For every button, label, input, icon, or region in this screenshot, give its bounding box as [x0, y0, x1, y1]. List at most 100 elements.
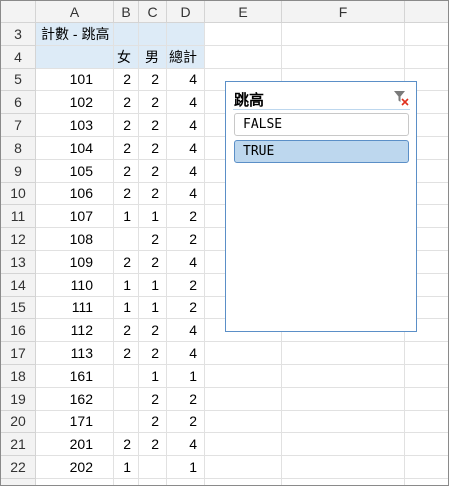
- cell-b[interactable]: 1: [114, 456, 139, 479]
- row-header[interactable]: 22: [1, 456, 36, 479]
- pivot-header-total[interactable]: 總計: [167, 45, 205, 69]
- cell-d[interactable]: 2: [167, 296, 205, 320]
- row-header[interactable]: 19: [1, 387, 36, 411]
- row-header[interactable]: 10: [1, 182, 36, 206]
- cell-g[interactable]: [405, 411, 448, 434]
- slicer-item-true[interactable]: TRUE: [234, 140, 409, 163]
- cell-b[interactable]: 1: [114, 273, 139, 297]
- cell-c[interactable]: 2: [139, 387, 167, 411]
- row-header[interactable]: 5: [1, 68, 36, 92]
- row-header[interactable]: 9: [1, 159, 36, 183]
- cell-a[interactable]: 113: [36, 342, 114, 365]
- pivot-title-cell[interactable]: 計數 - 跳高: [36, 23, 114, 46]
- cell-e[interactable]: [205, 45, 282, 69]
- cell-c[interactable]: [139, 23, 167, 46]
- cell-a[interactable]: 103: [36, 114, 114, 137]
- row-header[interactable]: 12: [1, 228, 36, 251]
- cell-b[interactable]: 2: [114, 251, 139, 274]
- cell-b[interactable]: [114, 387, 139, 411]
- cell-b[interactable]: 2: [114, 479, 139, 485]
- cell-c[interactable]: 2: [139, 182, 167, 206]
- cell-b[interactable]: 2: [114, 68, 139, 92]
- pivot-header-female[interactable]: 女: [114, 45, 139, 69]
- cell-c[interactable]: 2: [139, 159, 167, 183]
- cell-d[interactable]: 2: [167, 228, 205, 251]
- column-header-b[interactable]: B: [114, 1, 139, 23]
- cell-d[interactable]: 4: [167, 114, 205, 137]
- cell-e[interactable]: [205, 479, 282, 485]
- cell-d[interactable]: 2: [167, 205, 205, 229]
- cell-f[interactable]: [282, 410, 405, 434]
- cell-c[interactable]: 2: [139, 410, 167, 434]
- column-header-d[interactable]: D: [167, 1, 205, 23]
- cell-d[interactable]: 4: [167, 159, 205, 183]
- cell-b[interactable]: 2: [114, 159, 139, 183]
- cell-g[interactable]: [405, 365, 448, 388]
- cell-a[interactable]: 161: [36, 365, 114, 388]
- cell-b[interactable]: 2: [114, 433, 139, 457]
- cell-d[interactable]: 4: [167, 182, 205, 206]
- cell-d[interactable]: 2: [167, 387, 205, 411]
- cell-g[interactable]: [405, 46, 448, 69]
- cell-e[interactable]: [205, 410, 282, 434]
- cell-c[interactable]: 2: [139, 137, 167, 160]
- cell-d[interactable]: 1: [167, 456, 205, 479]
- row-header[interactable]: 21: [1, 433, 36, 457]
- column-header-c[interactable]: C: [139, 1, 167, 23]
- cell-c[interactable]: 2: [139, 319, 167, 343]
- cell-a[interactable]: 162: [36, 387, 114, 411]
- cell-a[interactable]: 109: [36, 251, 114, 274]
- row-header[interactable]: 16: [1, 319, 36, 343]
- cell-a[interactable]: 203: [36, 479, 114, 485]
- cell-g[interactable]: [405, 479, 448, 485]
- cell-c[interactable]: 1: [139, 273, 167, 297]
- row-header[interactable]: 11: [1, 205, 36, 229]
- row-header[interactable]: 8: [1, 137, 36, 160]
- cell-b[interactable]: [114, 410, 139, 434]
- cell-d[interactable]: 1: [167, 365, 205, 388]
- cell-d[interactable]: 4: [167, 137, 205, 160]
- cell-a[interactable]: 110: [36, 273, 114, 297]
- cell-c[interactable]: 1: [139, 205, 167, 229]
- cell-a[interactable]: 101: [36, 68, 114, 92]
- cell-f[interactable]: [282, 456, 405, 479]
- row-header[interactable]: 14: [1, 273, 36, 297]
- cell-b[interactable]: 1: [114, 296, 139, 320]
- column-header-f[interactable]: F: [282, 1, 405, 23]
- row-header[interactable]: 20: [1, 410, 36, 434]
- row-header[interactable]: 3: [1, 23, 36, 46]
- cell-e[interactable]: [205, 433, 282, 457]
- cell-a[interactable]: 201: [36, 433, 114, 457]
- slicer-panel[interactable]: 跳高 FALSE TRUE: [225, 81, 417, 332]
- cell-d[interactable]: 4: [167, 342, 205, 365]
- cell-g[interactable]: [405, 23, 448, 46]
- cell-a[interactable]: 107: [36, 205, 114, 229]
- row-header[interactable]: 17: [1, 342, 36, 365]
- cell-b[interactable]: 2: [114, 342, 139, 365]
- cell-c[interactable]: 2: [139, 342, 167, 365]
- cell-c[interactable]: 2: [139, 251, 167, 274]
- slicer-item-false[interactable]: FALSE: [234, 113, 409, 136]
- row-header[interactable]: 23: [1, 479, 36, 485]
- clear-filter-icon[interactable]: [393, 90, 409, 106]
- cell-d[interactable]: 4: [167, 251, 205, 274]
- cell-b[interactable]: 2: [114, 182, 139, 206]
- row-header[interactable]: 6: [1, 91, 36, 115]
- row-header[interactable]: 4: [1, 45, 36, 69]
- cell-f[interactable]: [282, 433, 405, 457]
- row-header[interactable]: 7: [1, 114, 36, 137]
- cell-c[interactable]: 2: [139, 68, 167, 92]
- cell-c[interactable]: 2: [139, 114, 167, 137]
- cell-b[interactable]: [114, 365, 139, 388]
- cell-a[interactable]: [36, 45, 114, 69]
- cell-g[interactable]: [405, 433, 448, 457]
- cell-c[interactable]: 2: [139, 479, 167, 485]
- cell-a[interactable]: 104: [36, 137, 114, 160]
- row-header[interactable]: 15: [1, 296, 36, 320]
- cell-e[interactable]: [205, 23, 282, 46]
- cell-f[interactable]: [282, 342, 405, 365]
- cell-d[interactable]: 4: [167, 91, 205, 115]
- cell-a[interactable]: 105: [36, 159, 114, 183]
- cell-f[interactable]: [282, 45, 405, 69]
- cell-d[interactable]: [167, 23, 205, 46]
